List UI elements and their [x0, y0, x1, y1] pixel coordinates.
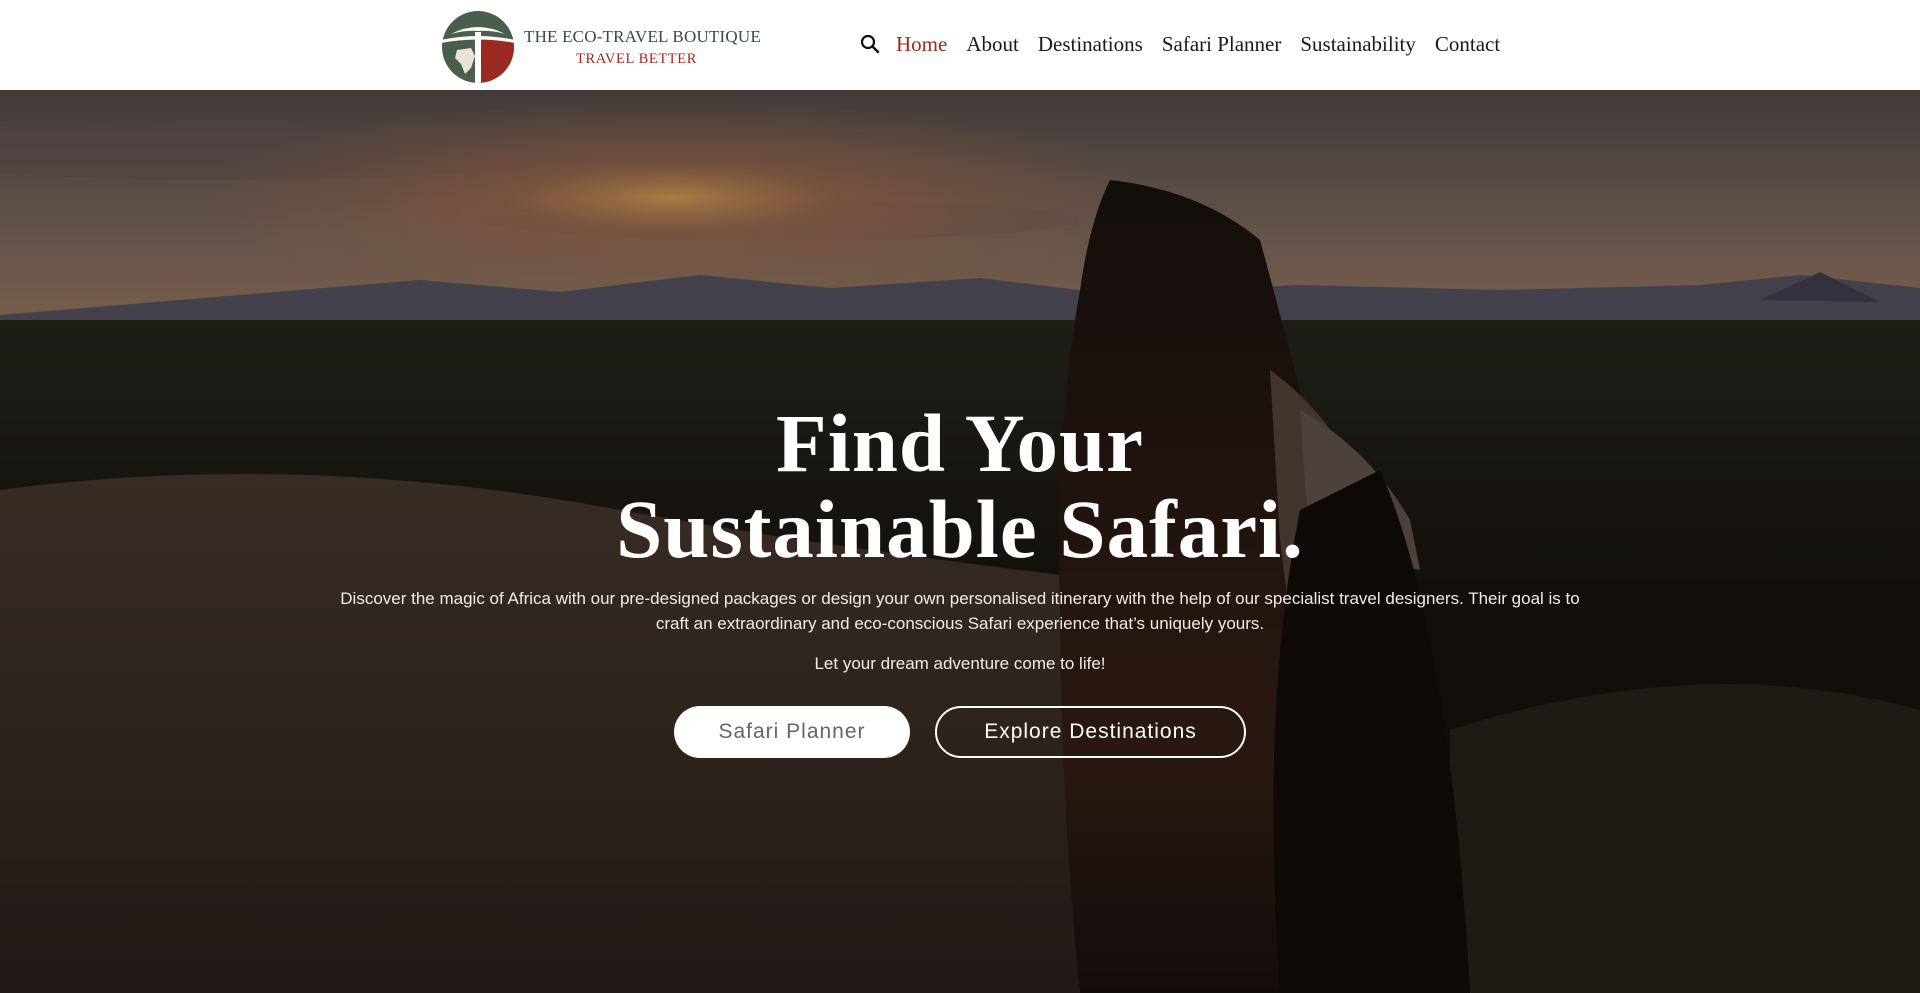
hero-cta-text: Let your dream adventure come to life!: [814, 654, 1106, 673]
explore-destinations-button[interactable]: Explore Destinations: [935, 706, 1246, 758]
hero-title: Find Your Sustainable Safari.: [0, 400, 1920, 572]
nav-item-home[interactable]: Home: [896, 32, 947, 57]
search-icon[interactable]: [860, 34, 880, 54]
safari-planner-button[interactable]: Safari Planner: [674, 706, 910, 758]
nav-item-sustainability[interactable]: Sustainability: [1300, 32, 1416, 57]
hero-title-line-1: Find Your: [776, 397, 1144, 489]
brand-tagline: TRAVEL BETTER: [576, 51, 697, 67]
nav-item-destinations[interactable]: Destinations: [1038, 32, 1143, 57]
nav-item-about[interactable]: About: [966, 32, 1019, 57]
hero-section: Find Your Sustainable Safari. Discover t…: [0, 90, 1920, 993]
nav-item-contact[interactable]: Contact: [1435, 32, 1500, 57]
brand-name[interactable]: THE ECO-TRAVEL BOUTIQUE: [524, 27, 761, 47]
hero-title-line-2: Sustainable Safari.: [616, 483, 1304, 575]
logo-icon[interactable]: [441, 10, 515, 84]
nav-item-safari-planner[interactable]: Safari Planner: [1162, 32, 1282, 57]
hero-description: Discover the magic of Africa with our pr…: [340, 589, 1580, 633]
main-nav: Home About Destinations Safari Planner S…: [860, 31, 1519, 57]
site-header: THE ECO-TRAVEL BOUTIQUE TRAVEL BETTER Ho…: [0, 0, 1920, 90]
